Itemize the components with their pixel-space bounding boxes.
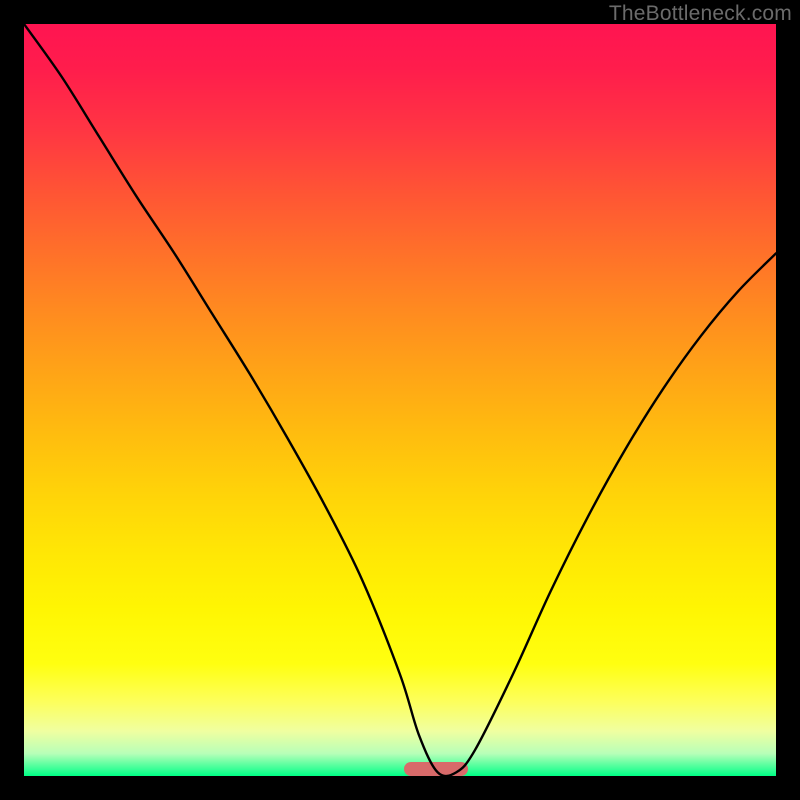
watermark-text: TheBottleneck.com [609,2,792,26]
bottleneck-curve [24,24,776,776]
chart-frame: TheBottleneck.com [0,0,800,800]
plot-area [24,24,776,776]
